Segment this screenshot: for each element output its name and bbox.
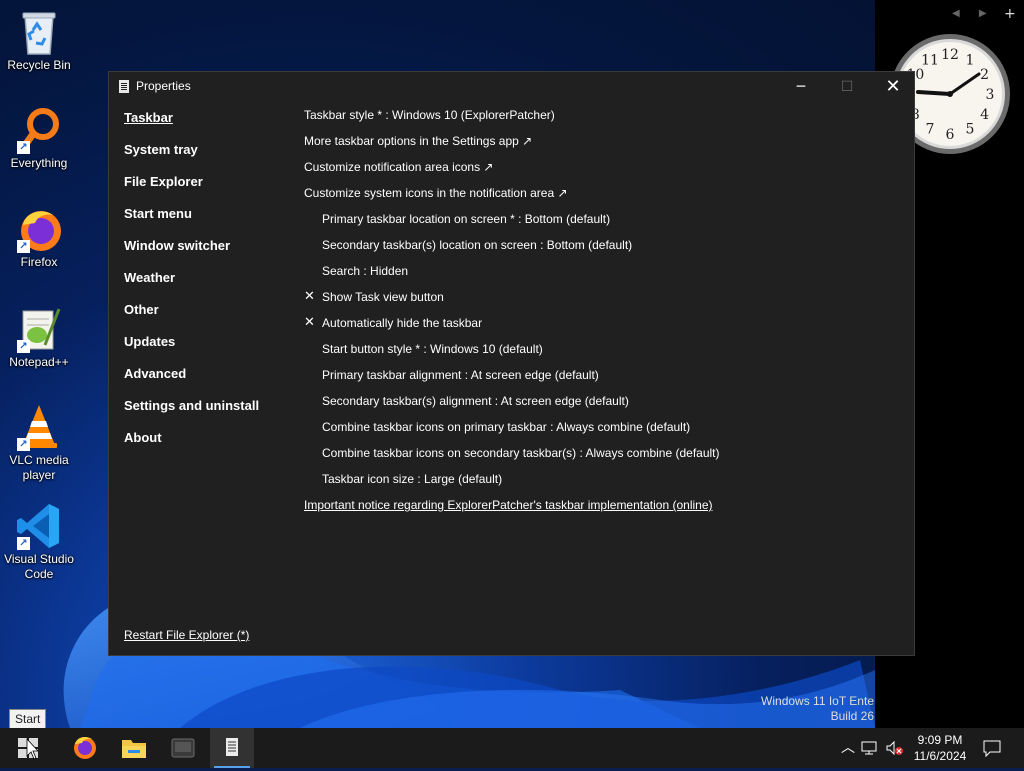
desktop-icon-label: Firefox [20, 255, 58, 269]
nav-system-tray[interactable]: System tray [124, 142, 198, 157]
clock-numeral: 3 [986, 87, 995, 103]
desktop-icon-label: Everything [10, 156, 68, 170]
network-icon[interactable] [860, 738, 880, 758]
nav-taskbar[interactable]: Taskbar [124, 110, 173, 125]
option-taskbar-style[interactable]: Taskbar style * : Windows 10 (ExplorerPa… [304, 108, 555, 122]
volume-muted-icon[interactable] [884, 738, 904, 758]
desktop-icon-label: Visual Studio Code [4, 552, 74, 581]
important-notice-link[interactable]: Important notice regarding ExplorerPatch… [304, 498, 713, 512]
taskbar-app-generic[interactable] [161, 728, 205, 768]
gadget-nav-arrows[interactable]: ◀ ▶ [952, 8, 995, 19]
option-taskbar-icon-size[interactable]: Taskbar icon size : Large (default) [322, 472, 502, 486]
option-search[interactable]: Search : Hidden [322, 264, 408, 278]
start-tooltip: Start [9, 709, 47, 729]
vlc-icon: ↗ [15, 403, 63, 451]
clock-numeral: 1 [966, 52, 975, 68]
desktop-icon-notepad-plus-plus[interactable]: ↗ Notepad++ [2, 305, 76, 370]
nav-advanced[interactable]: Advanced [124, 366, 186, 381]
watermark-build: Build 26 [830, 709, 874, 723]
desktop-icon-label: VLC media player [9, 453, 69, 482]
nav-about[interactable]: About [124, 430, 162, 445]
taskbar-date: 11/6/2024 [913, 749, 967, 763]
taskbar-time: 9:09 PM [917, 733, 963, 747]
option-show-task-view-button[interactable]: Show Task view button [322, 290, 444, 304]
shortcut-arrow-icon: ↗ [17, 141, 30, 154]
taskbar-clock[interactable]: 9:09 PM 11/6/2024 [906, 732, 974, 764]
clock-numeral: 6 [946, 127, 955, 143]
checkmark-icon: ✕ [304, 315, 315, 330]
start-button[interactable] [6, 728, 50, 768]
close-button[interactable]: ✕ [870, 72, 916, 102]
taskbar-app-properties[interactable] [210, 728, 254, 768]
file-explorer-icon [122, 740, 146, 758]
vscode-icon: ↗ [15, 502, 63, 550]
notification-center-icon[interactable] [982, 738, 1002, 758]
clock-numeral: 12 [941, 47, 959, 63]
notepad-plus-plus-icon: ↗ [15, 305, 63, 353]
desktop-icon-vscode[interactable]: ↗ Visual Studio Code [2, 502, 76, 582]
watermark-edition: Windows 11 IoT Ente [761, 694, 874, 708]
desktop-icon-recycle-bin[interactable]: Recycle Bin [2, 8, 76, 73]
nav-updates[interactable]: Updates [124, 334, 175, 349]
taskbar-app-file-explorer[interactable] [112, 728, 156, 768]
maximize-button[interactable]: ☐ [824, 72, 870, 102]
nav-file-explorer[interactable]: File Explorer [124, 174, 203, 189]
nav-window-switcher[interactable]: Window switcher [124, 238, 230, 253]
window-title: Properties [136, 79, 191, 93]
gadget-add-icon[interactable]: + [1004, 6, 1016, 22]
option-customize-system-icons-link[interactable]: Customize system icons in the notificati… [304, 186, 568, 200]
restart-file-explorer-link[interactable]: Restart File Explorer (*) [124, 628, 249, 642]
nav-start-menu[interactable]: Start menu [124, 206, 192, 221]
nav-weather[interactable]: Weather [124, 270, 175, 285]
option-auto-hide-taskbar[interactable]: Automatically hide the taskbar [322, 316, 482, 330]
shortcut-arrow-icon: ↗ [17, 438, 30, 451]
nav-other[interactable]: Other [124, 302, 159, 317]
clock-numeral: 5 [966, 122, 975, 138]
recycle-bin-icon [15, 8, 63, 56]
shortcut-arrow-icon: ↗ [17, 537, 30, 550]
clock-numeral: 7 [926, 122, 935, 138]
clock-numeral: 11 [921, 52, 939, 68]
option-combine-secondary-taskbar-icons[interactable]: Combine taskbar icons on secondary taskb… [322, 446, 720, 460]
nav-settings-and-uninstall[interactable]: Settings and uninstall [124, 398, 259, 413]
taskbar-app-firefox[interactable] [63, 728, 107, 768]
shortcut-arrow-icon: ↗ [17, 340, 30, 353]
option-start-button-style[interactable]: Start button style * : Windows 10 (defau… [322, 342, 543, 356]
taskbar: ︿ 9:09 PM 11/6/2024 [0, 728, 1024, 768]
option-secondary-taskbar-location[interactable]: Secondary taskbar(s) location on screen … [322, 238, 632, 252]
option-primary-taskbar-alignment[interactable]: Primary taskbar alignment : At screen ed… [322, 368, 599, 382]
start-icon [18, 737, 39, 760]
properties-window: Properties ─ ☐ ✕ Taskbar System tray Fil… [108, 71, 915, 656]
everything-search-icon: ↗ [15, 106, 63, 154]
option-combine-primary-taskbar-icons[interactable]: Combine taskbar icons on primary taskbar… [322, 420, 690, 434]
checkmark-icon: ✕ [304, 289, 315, 304]
desktop-icon-everything[interactable]: ↗ Everything [2, 106, 76, 171]
title-bar[interactable]: Properties ─ ☐ ✕ [109, 72, 914, 102]
clock-numeral: 2 [980, 67, 989, 83]
option-more-taskbar-settings-link[interactable]: More taskbar options in the Settings app… [304, 134, 532, 148]
clock-numeral: 4 [980, 107, 989, 123]
desktop-icon-firefox[interactable]: ↗ Firefox [2, 205, 76, 270]
app-icon [171, 738, 195, 758]
properties-icon [226, 738, 238, 756]
minimize-button[interactable]: ─ [778, 72, 824, 102]
desktop-icon-vlc[interactable]: ↗ VLC media player [2, 403, 76, 483]
shortcut-arrow-icon: ↗ [17, 240, 30, 253]
firefox-icon: ↗ [15, 205, 63, 253]
desktop-icon-label: Notepad++ [9, 355, 69, 369]
desktop-icon-label: Recycle Bin [7, 58, 71, 72]
show-hidden-icons-chevron-icon[interactable]: ︿ [838, 738, 858, 758]
option-customize-notification-icons-link[interactable]: Customize notification area icons ↗ [304, 160, 493, 174]
firefox-icon [74, 736, 96, 759]
option-primary-taskbar-location[interactable]: Primary taskbar location on screen * : B… [322, 212, 610, 226]
properties-app-icon [119, 80, 129, 93]
option-secondary-taskbar-alignment[interactable]: Secondary taskbar(s) alignment : At scre… [322, 394, 629, 408]
